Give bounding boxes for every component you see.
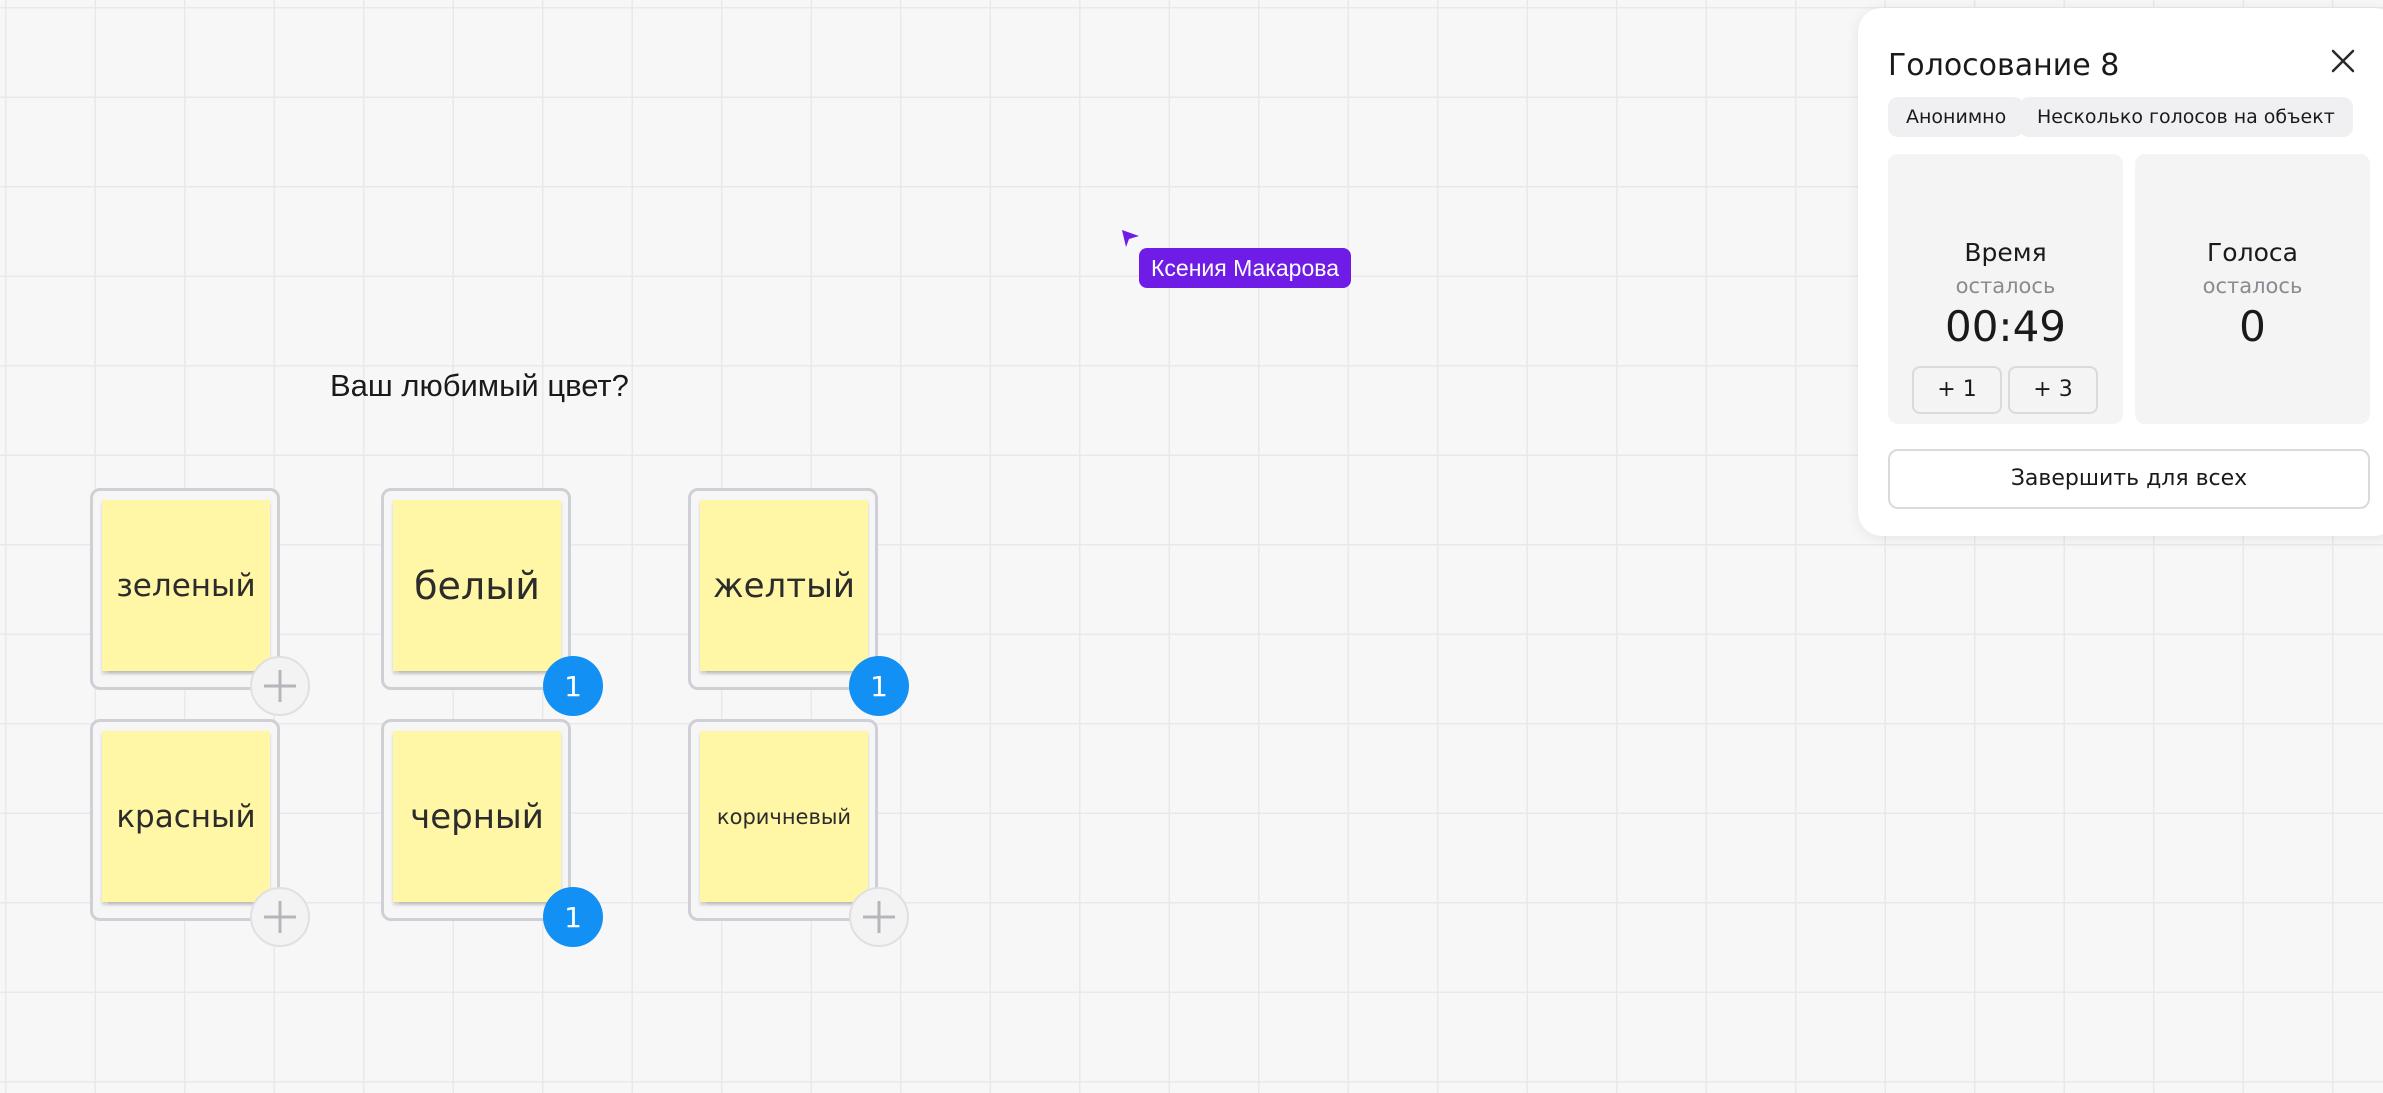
sticky-note[interactable]: белый (393, 500, 561, 675)
sticky-note[interactable]: зеленый (102, 500, 270, 675)
sticky-text: черный (410, 796, 544, 837)
tag-anonymous: Анонимно (1888, 97, 2025, 137)
sticky-note[interactable]: красный (102, 731, 270, 906)
sticky-note[interactable]: коричневый (700, 731, 868, 906)
sticky-card-brown[interactable]: коричневый (688, 719, 878, 921)
voting-panel: Голосование 8 Анонимно Несколько голосов… (1858, 8, 2383, 536)
vote-count-badge[interactable]: 1 (849, 656, 909, 716)
sticky-text: белый (414, 563, 540, 608)
add-3-minutes-button[interactable]: + 3 (2008, 366, 2098, 414)
plus-icon (264, 670, 296, 702)
collaborator-cursor-icon (1122, 230, 1139, 247)
sticky-card-black[interactable]: черный (381, 719, 571, 921)
close-icon[interactable] (2328, 46, 2358, 76)
votes-remaining-box: Голоса осталось 0 (2135, 154, 2370, 424)
sticky-note[interactable]: черный (393, 731, 561, 906)
votes-value: 0 (2239, 302, 2266, 351)
plus-icon (264, 901, 296, 933)
sticky-card-white[interactable]: белый (381, 488, 571, 690)
vote-count-badge[interactable]: 1 (543, 887, 603, 947)
sticky-text: зеленый (116, 567, 256, 604)
vote-count-badge[interactable]: 1 (543, 656, 603, 716)
vote-count: 1 (564, 900, 582, 934)
sticky-card-red[interactable]: красный (90, 719, 280, 921)
sticky-card-green[interactable]: зеленый (90, 488, 280, 690)
sticky-card-yellow[interactable]: желтый (688, 488, 878, 690)
vote-count: 1 (870, 669, 888, 703)
plus-icon (863, 901, 895, 933)
add-vote-button[interactable] (250, 887, 310, 947)
votes-sublabel: осталось (2202, 274, 2303, 298)
sticky-text: желтый (712, 565, 856, 606)
panel-title: Голосование 8 (1888, 48, 2120, 83)
sticky-text: красный (116, 798, 256, 835)
tag-multiple-votes: Несколько голосов на объект (2019, 97, 2353, 137)
add-vote-button[interactable] (849, 887, 909, 947)
sticky-text: коричневый (716, 804, 852, 829)
collaborator-name-label: Ксения Макарова (1139, 248, 1351, 288)
vote-count: 1 (564, 669, 582, 703)
time-value: 00:49 (1944, 302, 2067, 351)
add-vote-button[interactable] (250, 656, 310, 716)
sticky-note[interactable]: желтый (700, 500, 868, 675)
votes-label: Голоса (2207, 238, 2298, 267)
time-label: Время (1964, 238, 2047, 267)
add-1-minute-button[interactable]: + 1 (1912, 366, 2002, 414)
time-sublabel: осталось (1955, 274, 2056, 298)
time-remaining-box: Время осталось 00:49 + 1 + 3 (1888, 154, 2123, 424)
finish-for-all-button[interactable]: Завершить для всех (1888, 449, 2370, 509)
question-text[interactable]: Ваш любимый цвет? (330, 368, 629, 404)
